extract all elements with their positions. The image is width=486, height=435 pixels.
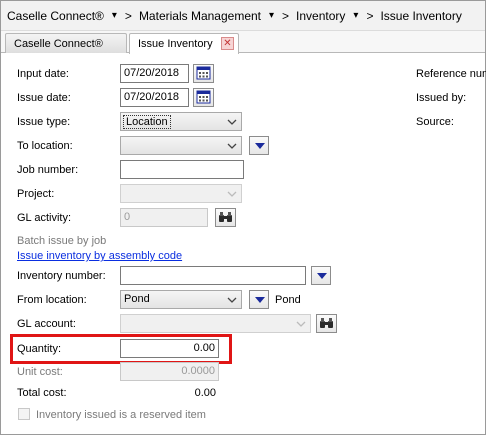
breadcrumb-item-issue-inventory[interactable]: Issue Inventory <box>380 9 461 23</box>
input-date-label: Input date: <box>17 68 69 80</box>
tab-label: Issue Inventory <box>138 38 213 50</box>
breadcrumb-menu-arrow-icon[interactable]: ▾ <box>112 10 117 21</box>
issue-date-label: Issue date: <box>17 92 71 104</box>
reserved-item-checkbox[interactable] <box>18 408 30 420</box>
reserved-item-label: Inventory issued is a reserved item <box>36 409 206 421</box>
gl-activity-field[interactable]: 0 <box>120 208 208 227</box>
gl-account-lookup-button[interactable] <box>316 314 337 333</box>
breadcrumb-separator: > <box>124 8 132 23</box>
from-location-lookup-button[interactable] <box>249 290 269 309</box>
chevron-down-icon <box>227 119 237 125</box>
batch-issue-heading: Batch issue by job <box>17 235 107 247</box>
total-cost-label: Total cost: <box>17 387 67 399</box>
from-location-description: Pond <box>275 294 301 306</box>
chevron-down-icon <box>296 321 306 327</box>
chevron-down-icon <box>227 191 237 197</box>
breadcrumb-menu-arrow-icon[interactable]: ▾ <box>353 10 358 21</box>
chevron-down-icon <box>227 143 237 149</box>
breadcrumb-item-inventory[interactable]: Inventory <box>296 9 345 23</box>
tab-issue-inventory[interactable]: Issue Inventory ✕ <box>129 33 239 54</box>
issue-inventory-window: Caselle Connect® ▾ > Materials Managemen… <box>0 0 486 435</box>
from-location-value: Pond <box>124 293 150 305</box>
project-select[interactable] <box>120 184 242 203</box>
gl-activity-lookup-button[interactable] <box>215 208 236 227</box>
issue-type-value: Location <box>123 115 171 129</box>
input-date-field[interactable]: 07/20/2018 <box>120 64 189 83</box>
dropdown-arrow-icon <box>255 143 265 149</box>
from-location-select[interactable]: Pond <box>120 290 242 309</box>
dropdown-arrow-icon <box>255 297 265 303</box>
breadcrumb: Caselle Connect® ▾ > Materials Managemen… <box>1 1 485 31</box>
breadcrumb-menu-arrow-icon[interactable]: ▾ <box>269 10 274 21</box>
close-icon[interactable]: ✕ <box>221 37 234 50</box>
unit-cost-label: Unit cost: <box>17 366 63 378</box>
breadcrumb-separator: > <box>282 8 290 23</box>
breadcrumb-item-caselle-connect[interactable]: Caselle Connect® <box>7 9 104 23</box>
quantity-field[interactable]: 0.00 <box>120 339 219 358</box>
source-label: Source: <box>416 116 454 128</box>
calendar-icon <box>196 90 211 104</box>
issue-type-label: Issue type: <box>17 116 71 128</box>
to-location-label: To location: <box>17 140 73 152</box>
project-label: Project: <box>17 188 55 200</box>
gl-account-select[interactable] <box>120 314 311 333</box>
issue-by-assembly-link[interactable]: Issue inventory by assembly code <box>17 250 182 262</box>
chevron-down-icon <box>227 297 237 303</box>
total-cost-value: 0.00 <box>194 387 216 399</box>
breadcrumb-separator: > <box>366 8 374 23</box>
from-location-label: From location: <box>17 294 87 306</box>
quantity-label: Quantity: <box>17 343 62 355</box>
inventory-number-field[interactable] <box>120 266 306 285</box>
gl-activity-label: GL activity: <box>17 212 71 224</box>
binoculars-icon <box>320 318 333 328</box>
inventory-number-label: Inventory number: <box>17 270 106 282</box>
issued-by-label: Issued by: <box>416 92 467 104</box>
job-number-field[interactable] <box>120 160 244 179</box>
tab-bar: Caselle Connect® Issue Inventory ✕ <box>1 31 485 54</box>
to-location-select[interactable] <box>120 136 242 155</box>
to-location-lookup-button[interactable] <box>249 136 269 155</box>
reference-number-label: Reference num <box>416 68 486 80</box>
tab-label: Caselle Connect® <box>14 37 103 50</box>
issue-date-field[interactable]: 07/20/2018 <box>120 88 189 107</box>
binoculars-icon <box>219 212 232 222</box>
tab-caselle-connect[interactable]: Caselle Connect® <box>5 33 127 53</box>
issue-date-calendar-button[interactable] <box>193 88 214 107</box>
calendar-icon <box>196 66 211 80</box>
dropdown-arrow-icon <box>317 273 327 279</box>
issue-type-select[interactable]: Location <box>120 112 242 131</box>
job-number-label: Job number: <box>17 164 79 176</box>
input-date-calendar-button[interactable] <box>193 64 214 83</box>
gl-account-label: GL account: <box>17 318 76 330</box>
unit-cost-field: 0.0000 <box>120 362 219 381</box>
breadcrumb-item-materials-management[interactable]: Materials Management <box>139 9 261 23</box>
inventory-number-lookup-button[interactable] <box>311 266 331 285</box>
